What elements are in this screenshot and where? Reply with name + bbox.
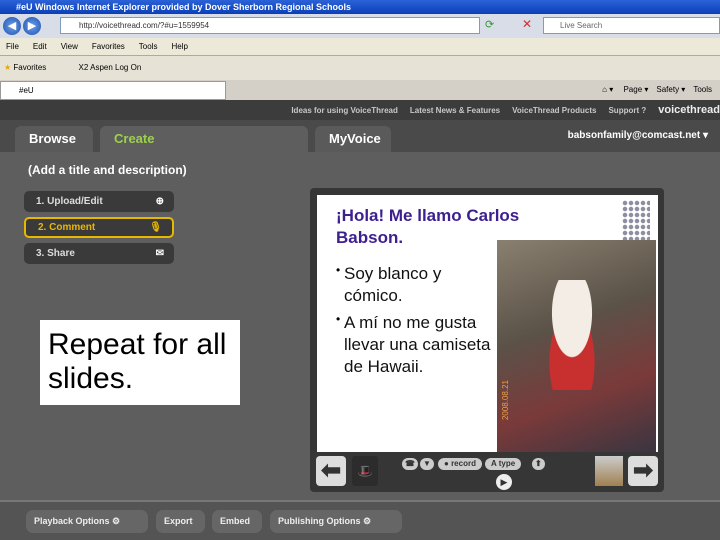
main-tabs: Browse Create MyVoice babsonfamily@comca…	[0, 120, 720, 152]
tools-menu[interactable]: Tools	[693, 85, 712, 94]
voicethread-logo[interactable]: voicethread	[658, 104, 720, 116]
bullet-icon: •	[336, 263, 341, 277]
step-share[interactable]: 3. Share ✉	[24, 243, 174, 264]
embed-button[interactable]: Embed	[212, 510, 262, 533]
voicethread-nav: Ideas for using VoiceThread Latest News &…	[0, 100, 720, 120]
favorite-link[interactable]: X2 Aspen Log On	[79, 63, 142, 72]
add-title-link[interactable]: (Add a title and description)	[28, 163, 187, 177]
nav-ideas[interactable]: Ideas for using VoiceThread	[291, 106, 398, 115]
type-button[interactable]: A type	[485, 458, 522, 470]
publishing-options-button[interactable]: Publishing Options ⚙	[270, 510, 402, 533]
menu-edit[interactable]: Edit	[33, 42, 47, 51]
search-input[interactable]: Live Search	[543, 17, 720, 34]
plus-icon: ⊕	[155, 196, 164, 207]
favorites-button[interactable]: Favorites	[13, 63, 46, 72]
menu-file[interactable]: File	[6, 42, 19, 51]
step-upload-edit[interactable]: 1. Upload/Edit ⊕	[24, 191, 174, 212]
button-label: Publishing Options	[278, 516, 361, 526]
playback-options-button[interactable]: Playback Options ⚙	[26, 510, 148, 533]
next-slide-button[interactable]: ➡	[628, 456, 658, 486]
slide-viewer: ¡Hola! Me llamo Carlos Babson. • Soy bla…	[310, 188, 664, 492]
photo-date: 2008.08.21	[501, 380, 510, 421]
slide-bullet: A mí no me gusta llevar una camiseta de …	[344, 313, 491, 376]
refresh-icon[interactable]: ⟳	[485, 18, 494, 31]
slide-thumbnails[interactable]	[595, 456, 623, 486]
back-button[interactable]: ◀	[3, 17, 21, 35]
menu-view[interactable]: View	[61, 42, 78, 51]
gear-icon: ⚙	[112, 516, 121, 526]
record-label: record	[451, 459, 476, 468]
envelope-icon: ✉	[155, 248, 164, 259]
bullet-icon: •	[336, 312, 341, 326]
tab-browse[interactable]: Browse	[15, 126, 93, 152]
upload-icon[interactable]: ⬆	[532, 458, 545, 470]
dog-photo: 2008.08.21	[497, 240, 656, 452]
nav-support[interactable]: Support ?	[608, 106, 646, 115]
menu-tools[interactable]: Tools	[139, 42, 158, 51]
tab-bar: #eU ⌂ ▾ Page ▾ Safety ▾ Tools	[0, 80, 720, 100]
nav-products[interactable]: VoiceThread Products	[512, 106, 596, 115]
step-comment[interactable]: 2. Comment 🎙	[24, 217, 174, 238]
menu-bar: File Edit View Favorites Tools Help	[0, 38, 720, 56]
previous-slide-button[interactable]: ⬅	[316, 456, 346, 486]
hat-avatar-icon[interactable]: 🎩	[352, 456, 378, 486]
forward-button[interactable]: ▶	[23, 17, 41, 35]
slide: ¡Hola! Me llamo Carlos Babson. • Soy bla…	[317, 195, 658, 452]
step-label: 2. Comment	[38, 222, 96, 233]
microphone-icon: 🎙	[149, 222, 162, 233]
bottom-toolbar: Playback Options ⚙ Export Embed Publishi…	[0, 500, 720, 540]
url-input[interactable]: http://voicethread.com/?#u=1559954	[60, 17, 480, 34]
button-label: Playback Options	[34, 516, 110, 526]
slide-bullet: Soy blanco y cómico.	[344, 264, 442, 305]
nav-news[interactable]: Latest News & Features	[410, 106, 500, 115]
gear-icon: ⚙	[363, 516, 372, 526]
tab-create[interactable]: Create	[100, 126, 308, 152]
command-bar: ⌂ ▾ Page ▾ Safety ▾ Tools	[602, 80, 720, 100]
webcam-icon[interactable]: ▼	[420, 458, 434, 470]
record-button[interactable]: ● record	[438, 458, 482, 470]
export-button[interactable]: Export	[156, 510, 205, 533]
play-button[interactable]: ▶	[496, 474, 512, 490]
stop-icon[interactable]: ✕	[522, 17, 532, 31]
step-label: 1. Upload/Edit	[36, 196, 103, 207]
dot-pattern-decoration	[622, 200, 650, 245]
address-bar-row: ◀ ▶ http://voicethread.com/?#u=1559954 ⟳…	[0, 14, 720, 38]
step-label: 3. Share	[36, 248, 75, 259]
slide-controls: ⬅ 🎩 ☎ ▼ ● record A type ⬆ ▶ ➡	[310, 452, 664, 492]
user-menu[interactable]: babsonfamily@comcast.net ▾	[568, 130, 708, 141]
favorites-bar: ★ Favorites X2 Aspen Log On	[0, 56, 720, 80]
page-menu[interactable]: Page ▾	[623, 85, 648, 94]
phone-icon[interactable]: ☎	[402, 458, 418, 470]
type-label: type	[498, 459, 516, 468]
menu-help[interactable]: Help	[171, 42, 187, 51]
instruction-overlay: Repeat for all slides.	[40, 320, 240, 405]
star-icon: ★	[4, 63, 12, 72]
browser-tab[interactable]: #eU	[0, 81, 226, 100]
safety-menu[interactable]: Safety ▾	[656, 85, 685, 94]
tab-myvoice[interactable]: MyVoice	[315, 126, 391, 152]
dog-image	[537, 280, 607, 390]
home-icon[interactable]: ⌂ ▾	[602, 85, 613, 94]
menu-favorites[interactable]: Favorites	[92, 42, 125, 51]
window-title-bar: #eU Windows Internet Explorer provided b…	[0, 0, 720, 14]
